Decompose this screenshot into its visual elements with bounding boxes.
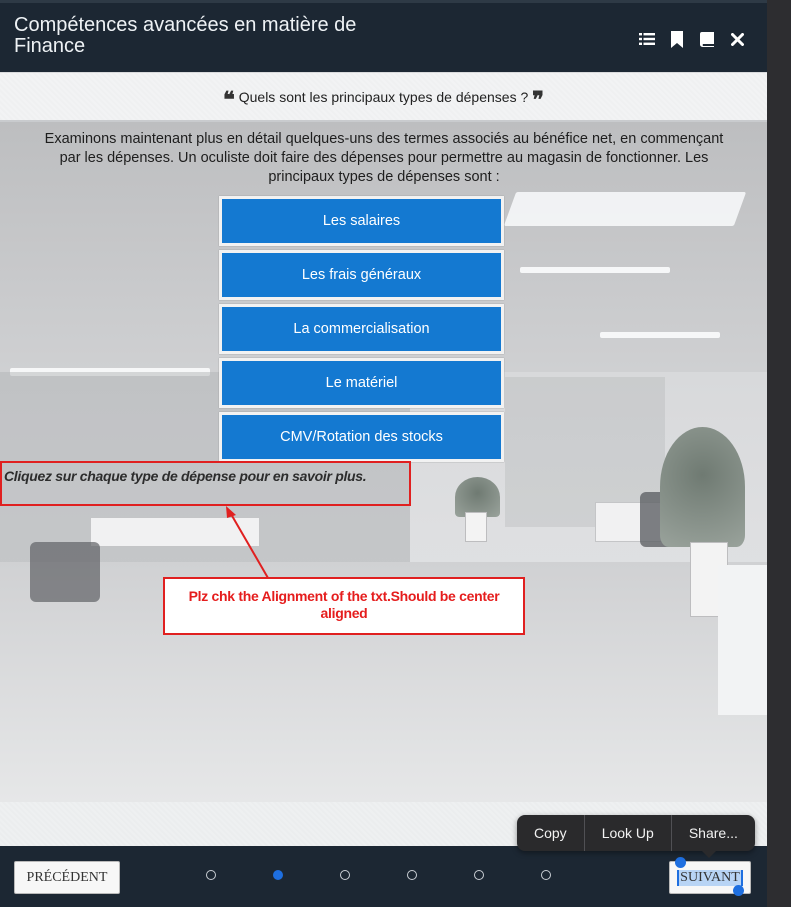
expense-button-commercialisation[interactable]: La commercialisation (219, 304, 504, 354)
navigation-bar: PRÉCÉDENT SUIVANT (0, 846, 767, 907)
previous-button[interactable]: PRÉCÉDENT (14, 861, 120, 894)
look-up-menu-item[interactable]: Look Up (585, 815, 672, 851)
window-edge (767, 0, 791, 907)
header-toolbar (639, 30, 745, 48)
bookmark-icon[interactable] (669, 30, 685, 48)
intro-paragraph: Examinons maintenant plus en détail quel… (44, 131, 724, 185)
close-icon[interactable] (729, 31, 745, 47)
book-icon[interactable] (699, 31, 715, 47)
expense-button-frais-generaux[interactable]: Les frais généraux (219, 250, 504, 300)
page-dot-4[interactable] (407, 870, 417, 880)
header-bar: Compétences avancées en matière de Finan… (0, 0, 767, 72)
question-line: ❝ Quels sont les principaux types de dép… (0, 87, 767, 113)
share-menu-item[interactable]: Share... (672, 815, 755, 851)
expense-type-buttons: Les salaires Les frais généraux La comme… (219, 196, 504, 466)
copy-menu-item[interactable]: Copy (517, 815, 585, 851)
review-highlight-box (0, 461, 411, 506)
next-button-label-selected[interactable]: SUIVANT (677, 869, 743, 886)
expense-button-cmv-rotation[interactable]: CMV/Rotation des stocks (219, 412, 504, 462)
selection-end-handle[interactable] (733, 885, 744, 896)
page-dot-3[interactable] (340, 870, 350, 880)
page-dot-5[interactable] (474, 870, 484, 880)
expense-button-salaires[interactable]: Les salaires (219, 196, 504, 246)
review-comment: Plz chk the Alignment of the txt.Should … (163, 577, 525, 635)
list-icon[interactable] (639, 31, 655, 47)
close-quote-icon: ❞ (532, 87, 544, 113)
page-dot-1[interactable] (206, 870, 216, 880)
selection-start-handle[interactable] (675, 857, 686, 868)
page-indicator (206, 870, 551, 880)
course-player: Compétences avancées en matière de Finan… (0, 0, 767, 907)
page-dot-2-current[interactable] (273, 870, 283, 880)
question-text: Quels sont les principaux types de dépen… (238, 89, 529, 105)
course-title: Compétences avancées en matière de Finan… (14, 14, 357, 57)
text-selection-menu: Copy Look Up Share... (517, 815, 755, 851)
expense-button-materiel[interactable]: Le matériel (219, 358, 504, 408)
page-dot-6[interactable] (541, 870, 551, 880)
menu-pointer (701, 850, 717, 858)
question-banner: ❝ Quels sont les principaux types de dép… (0, 72, 767, 122)
content-stage: Examinons maintenant plus en détail quel… (0, 122, 767, 802)
open-quote-icon: ❝ (223, 87, 235, 113)
